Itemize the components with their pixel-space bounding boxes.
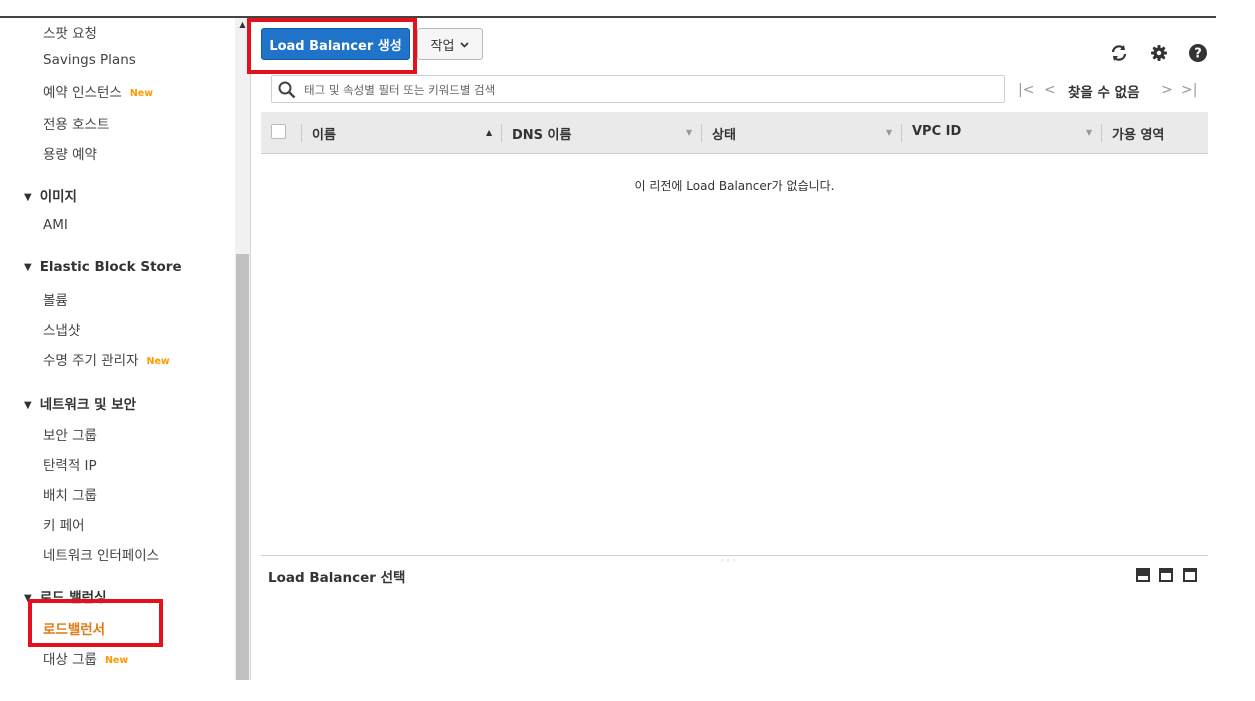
last-page-icon[interactable]: >| — [1181, 82, 1197, 98]
select-all-checkbox[interactable] — [271, 124, 286, 139]
scrollbar-thumb[interactable] — [236, 254, 249, 680]
sort-icon[interactable]: ▼ — [1086, 128, 1092, 137]
sidebar-item-savings-plans[interactable]: Savings Plans — [43, 52, 136, 68]
actions-dropdown[interactable]: 작업 — [417, 28, 483, 60]
table-header: 이름 ▲ DNS 이름 ▼ 상태 ▼ VPC ID ▼ 가용 영역 — [261, 112, 1208, 154]
pagination-status: 찾을 수 없음 — [1068, 85, 1140, 101]
sort-icon[interactable]: ▼ — [886, 128, 892, 137]
column-header-dns-name[interactable]: DNS 이름 — [512, 124, 571, 143]
gear-icon[interactable] — [1148, 42, 1170, 64]
help-icon[interactable]: ? — [1187, 42, 1209, 64]
sidebar-item-network-interfaces[interactable]: 네트워크 인터페이스 — [43, 544, 159, 564]
chevron-down-icon — [460, 37, 470, 52]
column-header-vpc-id[interactable]: VPC ID — [912, 124, 961, 139]
column-header-state[interactable]: 상태 — [712, 124, 736, 143]
sidebar-item-key-pairs[interactable]: 키 페어 — [43, 514, 85, 534]
sort-ascending-icon[interactable]: ▲ — [486, 128, 492, 137]
prev-page-icon[interactable]: < — [1044, 82, 1056, 98]
drag-handle-icon[interactable]: ◦◦◦ — [720, 557, 738, 565]
column-separator — [301, 124, 302, 142]
svg-text:?: ? — [1194, 47, 1202, 62]
column-separator — [501, 124, 502, 142]
layout-full-panel-icon[interactable] — [1183, 568, 1197, 582]
sidebar-section-ebs[interactable]: ▼ Elastic Block Store — [24, 259, 182, 275]
sidebar-item-dedicated-hosts[interactable]: 전용 호스트 — [43, 113, 109, 133]
sidebar-item-capacity-reservations[interactable]: 용량 예약 — [43, 143, 97, 163]
column-header-availability-zones[interactable]: 가용 영역 — [1112, 124, 1164, 143]
sidebar-item-ami[interactable]: AMI — [43, 217, 68, 233]
actions-label: 작업 — [430, 38, 455, 54]
highlight-load-balancers-nav — [28, 599, 163, 647]
sidebar-section-network-security[interactable]: ▼ 네트워크 및 보안 — [24, 393, 136, 413]
sidebar-item-elastic-ips[interactable]: 탄력적 IP — [43, 454, 97, 474]
detail-panel-title: Load Balancer 선택 — [268, 570, 406, 586]
search-box[interactable] — [271, 75, 1005, 103]
sidebar: 스팟 요청 Savings Plans 예약 인스턴스 New 전용 호스트 용량… — [0, 18, 235, 680]
layout-bottom-panel-icon[interactable] — [1136, 568, 1150, 582]
column-separator — [701, 124, 702, 142]
search-input[interactable] — [302, 79, 996, 101]
search-icon — [278, 81, 296, 103]
new-badge: New — [104, 655, 129, 666]
sidebar-item-spot-requests[interactable]: 스팟 요청 — [43, 22, 97, 42]
create-load-balancer-button[interactable]: Load Balancer 생성 — [261, 28, 410, 60]
sidebar-scrollbar[interactable]: ▲ — [235, 18, 250, 680]
layout-split-panel-icon[interactable] — [1159, 568, 1173, 582]
next-page-icon[interactable]: > — [1161, 82, 1173, 98]
empty-table-message: 이 리전에 Load Balancer가 없습니다. — [634, 179, 835, 193]
new-badge: New — [129, 88, 153, 99]
sidebar-divider — [250, 18, 251, 680]
sidebar-item-placement-groups[interactable]: 배치 그룹 — [43, 484, 97, 504]
sidebar-item-lifecycle-manager[interactable]: 수명 주기 관리자 New — [43, 349, 170, 369]
sidebar-item-target-groups[interactable]: 대상 그룹 New — [43, 648, 128, 668]
sidebar-item-snapshots[interactable]: 스냅샷 — [43, 319, 80, 339]
collapse-triangle-icon: ▼ — [24, 192, 32, 203]
refresh-icon[interactable] — [1108, 42, 1130, 64]
sidebar-item-security-groups[interactable]: 보안 그룹 — [43, 424, 97, 444]
new-badge: New — [146, 356, 170, 367]
first-page-icon[interactable]: |< — [1018, 82, 1034, 98]
collapse-triangle-icon: ▼ — [24, 400, 32, 411]
column-header-name[interactable]: 이름 — [312, 124, 336, 143]
sort-icon[interactable]: ▼ — [686, 128, 692, 137]
column-separator — [901, 124, 902, 142]
collapse-triangle-icon: ▼ — [24, 262, 32, 273]
panel-splitter[interactable] — [261, 555, 1208, 556]
sidebar-item-volumes[interactable]: 볼륨 — [43, 289, 68, 309]
sidebar-section-images[interactable]: ▼ 이미지 — [24, 185, 77, 205]
column-separator — [1101, 124, 1102, 142]
sidebar-item-reserved-instances[interactable]: 예약 인스턴스 New — [43, 81, 153, 101]
